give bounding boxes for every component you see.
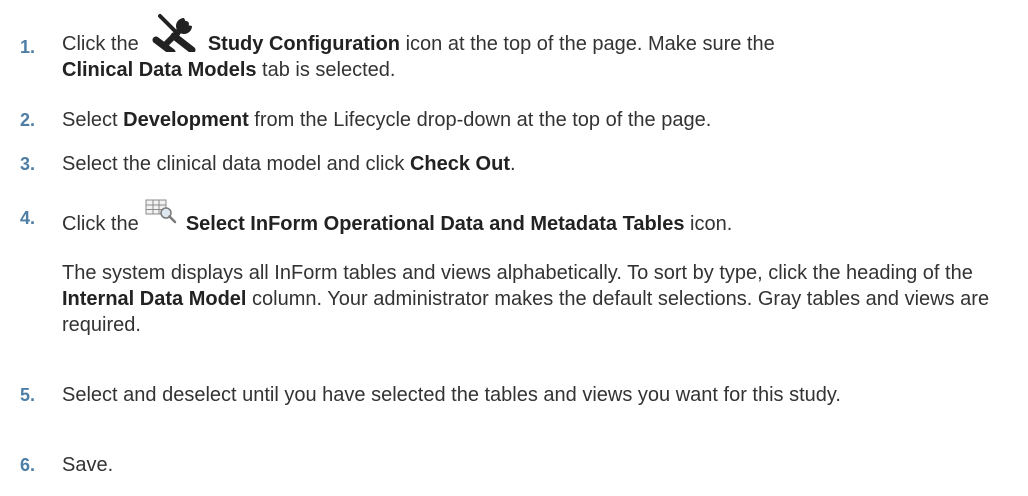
para-lead: The system displays all InForm tables an… bbox=[62, 262, 973, 284]
step-lead: Click the bbox=[62, 33, 139, 55]
step-text: Select Development from the Lifecycle dr… bbox=[62, 107, 1002, 133]
development-label: Development bbox=[123, 109, 249, 131]
step-tail: icon. bbox=[684, 213, 733, 235]
step-tail: from the Lifecycle drop-down at the top … bbox=[248, 109, 712, 131]
clinical-data-models-label: Clinical Data Models bbox=[62, 59, 257, 81]
study-configuration-label: Study Configuration bbox=[207, 33, 401, 55]
step-number: 3. bbox=[20, 154, 36, 174]
step-lead: Select the clinical data model and click bbox=[62, 153, 410, 175]
step-text: Click the Study Configuration icon at th… bbox=[62, 10, 1002, 83]
step-text: Save. bbox=[62, 454, 114, 476]
step-lead: Select bbox=[62, 109, 124, 131]
step-tail: . bbox=[510, 153, 516, 175]
step-tail: tab is selected. bbox=[256, 59, 396, 81]
table-search-icon bbox=[144, 199, 180, 237]
wrench-screwdriver-icon bbox=[144, 10, 202, 57]
step-description: The system displays all InForm tables an… bbox=[62, 260, 1002, 338]
step-lead: Click the bbox=[62, 213, 139, 235]
step-text: Select and deselect until you have selec… bbox=[62, 384, 841, 406]
step-mid: icon at the top of the page. Make sure t… bbox=[400, 33, 775, 55]
step-text: Select the clinical data model and click… bbox=[62, 151, 1002, 177]
step-number: 1. bbox=[20, 37, 36, 57]
internal-data-model-label: Internal Data Model bbox=[62, 288, 247, 310]
check-out-label: Check Out bbox=[409, 153, 510, 175]
step-number: 4. bbox=[20, 208, 36, 228]
step-number: 2. bbox=[20, 110, 36, 130]
select-inform-tables-label: Select InForm Operational Data and Metad… bbox=[185, 213, 685, 235]
step-number: 6. bbox=[20, 455, 36, 475]
step-number: 5. bbox=[20, 385, 36, 405]
step-text: Click the Select InForm Operational Data… bbox=[62, 199, 1002, 237]
